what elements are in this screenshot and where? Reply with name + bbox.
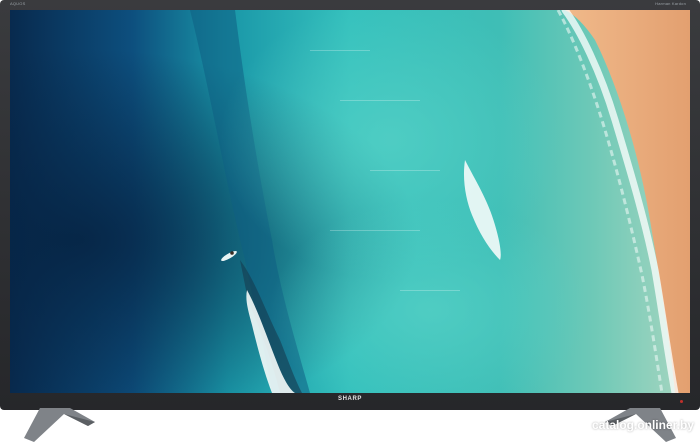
tv-screen — [10, 10, 690, 393]
site-watermark: catalog.onliner.by — [591, 418, 694, 432]
tv-bezel: AQUOS Harman Kardon SHARP — [0, 0, 700, 410]
corner-right-text: Harman Kardon — [655, 1, 686, 6]
brand-logo: SHARP — [337, 396, 362, 402]
corner-left-text: AQUOS — [10, 1, 26, 6]
power-led — [680, 400, 683, 403]
stand-left-leg — [24, 408, 95, 442]
ocean-aerial-image — [10, 10, 690, 393]
